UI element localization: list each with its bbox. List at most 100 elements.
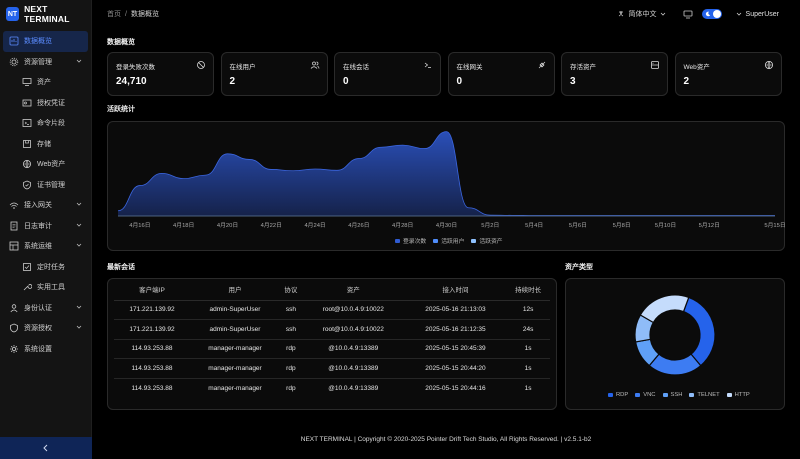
sidebar-item-label: 资产 [37, 79, 51, 87]
identity-icon [9, 303, 19, 313]
header: 首页 / 数据概览 简体中文 SuperUser [92, 0, 800, 28]
translate-icon [618, 11, 623, 17]
table-cell: manager-manager [190, 339, 280, 360]
legend-item[interactable]: 登录次数 [395, 236, 426, 245]
logo[interactable]: NT NEXT TERMINAL [0, 0, 91, 28]
column-header: 客户端IP [114, 279, 190, 301]
sidebar-item-gear[interactable]: 资源管理 [0, 52, 91, 73]
table-cell: 2025-05-15 20:44:16 [425, 384, 486, 392]
x-tick-label: 4月26日 [348, 223, 370, 229]
stat-label: 在线网关 [456, 64, 483, 71]
legend-swatch [608, 393, 613, 397]
sidebar-item-label: 资源授权 [24, 325, 52, 333]
chevron-down-icon [76, 243, 82, 247]
breadcrumb: 首页 / 数据概览 [107, 11, 159, 18]
stat-label: 在线会话 [343, 64, 369, 71]
activity-title: 活跃统计 [107, 106, 135, 113]
settings-icon [9, 344, 19, 354]
sidebar-collapse-button[interactable] [0, 437, 92, 459]
table-row[interactable]: 114.93.253.88 manager-manager rdp @10.0.4.9… [114, 378, 550, 398]
sidebar-item-label: 存储 [37, 140, 51, 148]
sidebar-item-credential[interactable]: 授权凭证 [0, 93, 91, 114]
legend-item[interactable]: VNC [635, 392, 656, 398]
sidebar-item-schedule[interactable]: 定时任务 [0, 257, 91, 278]
user-menu[interactable]: SuperUser [736, 11, 779, 18]
table-row[interactable]: 171.221.139.92 admin-SuperUser ssh root@10.… [114, 300, 550, 321]
ops-icon [9, 241, 19, 251]
storage-icon [22, 139, 32, 149]
sidebar-nav: 数据概览资源管理资产授权凭证命令片段存储 Web资产 证书管理 接入网关 日志审计 系统运… [0, 31, 91, 359]
sidebar-item-web[interactable]: Web资产 [0, 154, 91, 175]
asset-types-donut-chart [634, 294, 716, 376]
stat-value: 24,710 [116, 76, 147, 87]
sidebar-item-authorize[interactable]: 资源授权 [0, 318, 91, 339]
x-tick-label: 5月10日 [654, 223, 677, 229]
language-selector[interactable]: 简体中文 [618, 9, 669, 19]
legend-label: TELNET [697, 392, 720, 398]
donut-slice-http[interactable] [639, 294, 690, 324]
x-tick-label: 4月30日 [435, 223, 458, 229]
legend-item[interactable]: 活跃用户 [433, 236, 464, 245]
sessions-table: 客户端IP 用户 协议 资产 接入时间 持续时长 171.221.139.92 admin-… [114, 279, 550, 398]
app-name: NEXT TERMINAL [24, 4, 70, 24]
legend-item[interactable]: HTTP [726, 392, 750, 398]
chevron-down-icon [660, 12, 665, 16]
stat-card: 在线会话 0 [334, 52, 441, 96]
table-cell: ssh [279, 319, 302, 340]
legend-swatch [635, 393, 641, 397]
stat-card: 在线网关 0 [447, 52, 555, 96]
monitor-icon[interactable] [683, 10, 693, 19]
sidebar-item-shield[interactable]: 证书管理 [0, 175, 91, 196]
stat-label: 在线用户 [229, 64, 256, 71]
sidebar-item-identity[interactable]: 身份认证 [0, 298, 91, 319]
legend-label: SSH [670, 392, 683, 398]
column-header: 协议 [279, 279, 302, 301]
sidebar-item-label: 授权凭证 [37, 99, 65, 107]
sidebar-item-storage[interactable]: 存储 [0, 134, 91, 155]
donut-slice-rdp[interactable] [682, 296, 716, 367]
globe-icon [764, 60, 774, 72]
sidebar-item-dashboard[interactable]: 数据概览 [3, 31, 88, 52]
table-cell: 114.93.253.88 [131, 384, 173, 392]
sidebar-item-terminal[interactable]: 命令片段 [0, 113, 91, 134]
sidebar-item-log[interactable]: 日志审计 [0, 216, 91, 237]
chevron-down-icon [76, 202, 82, 206]
x-tick-label: 5月4日 [525, 223, 544, 229]
table-cell: @10.0.4.9:13389 [301, 358, 405, 379]
x-tick-label: 4月28日 [392, 223, 414, 229]
sidebar-item-settings[interactable]: 系统设置 [0, 339, 91, 360]
language-label: 简体中文 [628, 11, 657, 18]
stat-value: 3 [570, 76, 576, 87]
legend-item[interactable]: 活跃资产 [471, 236, 503, 245]
legend-label: 登录次数 [403, 239, 427, 245]
asset-types-title: 资产类型 [565, 264, 593, 271]
x-tick-label: 4月24日 [304, 223, 326, 229]
theme-toggle[interactable] [701, 9, 722, 19]
legend-swatch [662, 393, 668, 397]
table-row[interactable]: 171.221.139.92 admin-SuperUser ssh root@10.… [114, 319, 550, 340]
table-row[interactable]: 114.93.253.88 manager-manager rdp @10.0.4.9… [114, 358, 550, 379]
stat-label: 登录失败次数 [116, 64, 155, 71]
legend-label: 活跃用户 [441, 239, 465, 245]
table-row[interactable]: 114.93.253.88 manager-manager rdp @10.0.4.9… [114, 339, 550, 360]
sidebar: NT NEXT TERMINAL 数据概览资源管理资产授权凭证命令片段存储 Web… [0, 0, 92, 459]
sidebar-item-gateway[interactable]: 接入网关 [0, 195, 91, 216]
dashboard-icon [9, 36, 19, 46]
legend-item[interactable]: SSH [662, 392, 683, 398]
sidebar-item-label: 资源管理 [24, 58, 52, 66]
sidebar-item-ops[interactable]: 系统运维 [0, 236, 91, 257]
breadcrumb-home[interactable]: 首页 [107, 11, 121, 18]
sidebar-item-label: 实用工具 [37, 284, 65, 292]
sidebar-item-tool[interactable]: 实用工具 [0, 277, 91, 298]
plug-icon [537, 60, 547, 72]
column-header: 持续时长 [506, 279, 550, 301]
table-cell: @10.0.4.9:13389 [328, 384, 379, 392]
stat-value: 2 [229, 76, 236, 87]
legend-item[interactable]: RDP [608, 392, 628, 398]
sessions-card: 客户端IP 用户 协议 资产 接入时间 持续时长 171.221.139.92 admin-… [107, 278, 557, 410]
table-cell: manager-manager [190, 358, 280, 379]
table-cell: admin-SuperUser [190, 300, 280, 321]
sidebar-item-monitor[interactable]: 资产 [0, 72, 91, 93]
users-icon [310, 60, 320, 72]
legend-item[interactable]: TELNET [689, 392, 720, 398]
